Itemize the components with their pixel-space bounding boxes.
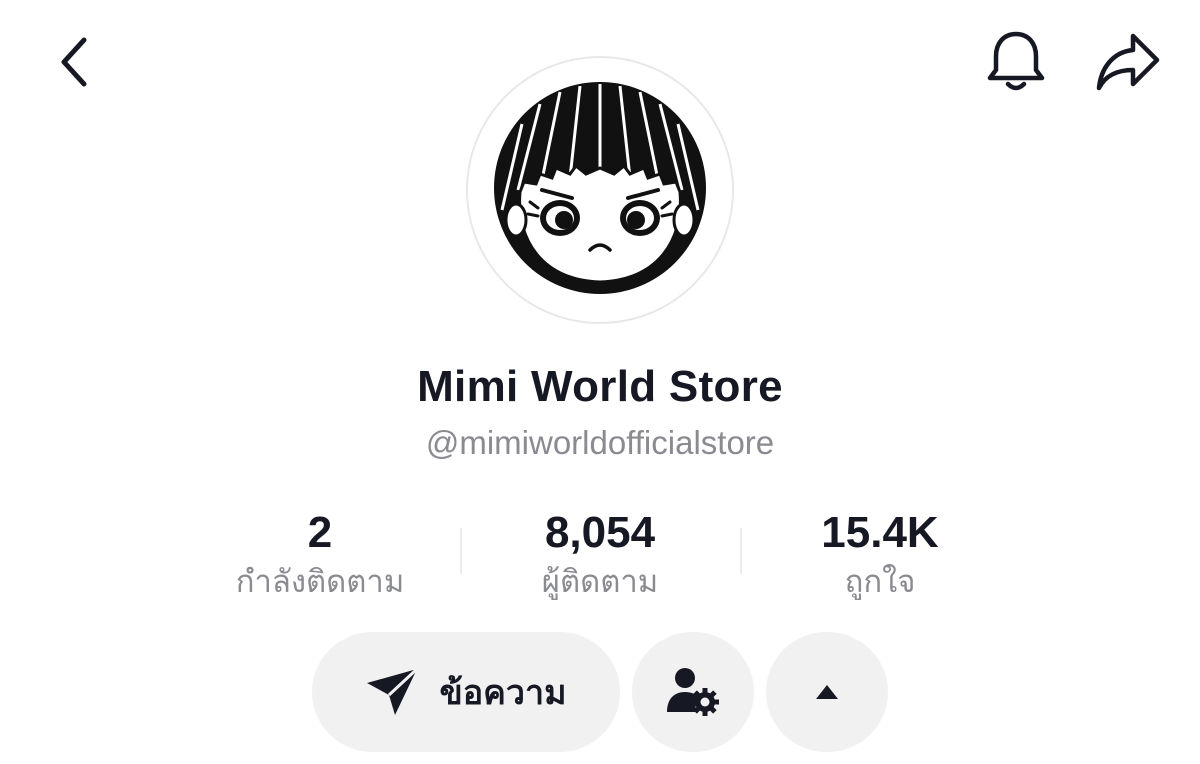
caret-up-icon <box>816 685 838 699</box>
send-icon <box>367 667 419 715</box>
girl-face-avatar-icon <box>494 82 706 294</box>
stat-label: ผู้ติดตาม <box>541 564 659 599</box>
follow-settings-button[interactable] <box>632 632 754 752</box>
stat-label: ถูกใจ <box>844 564 916 599</box>
stat-following[interactable]: 2 กำลังติดตาม <box>190 506 450 602</box>
stat-followers[interactable]: 8,054 ผู้ติดตาม <box>470 506 730 602</box>
collapse-button[interactable] <box>766 632 888 752</box>
stat-divider <box>740 528 742 574</box>
stat-value: 2 <box>307 508 333 557</box>
bell-icon <box>987 31 1045 91</box>
message-label: ข้อความ <box>439 674 567 712</box>
stat-likes[interactable]: 15.4K ถูกใจ <box>750 506 1010 602</box>
chevron-left-icon <box>61 37 87 87</box>
stat-divider <box>460 528 462 574</box>
notification-button[interactable] <box>980 26 1052 98</box>
back-button[interactable] <box>44 30 104 94</box>
stat-label: กำลังติดตาม <box>235 564 405 599</box>
stat-value: 15.4K <box>821 508 939 557</box>
stat-value: 8,054 <box>544 508 656 557</box>
display-name: Mimi World Store <box>417 362 783 411</box>
avatar[interactable] <box>466 56 734 324</box>
username: @mimiworldofficialstore <box>425 424 775 461</box>
message-button[interactable]: ข้อความ <box>312 632 620 752</box>
share-arrow-icon <box>1096 33 1160 91</box>
user-gear-icon <box>667 668 719 716</box>
share-button[interactable] <box>1090 26 1166 98</box>
